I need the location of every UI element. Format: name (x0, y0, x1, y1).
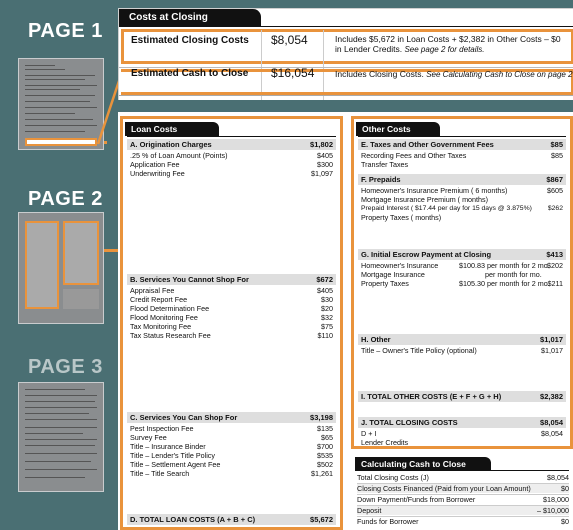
estimated-closing-costs-description: Includes $5,672 in Loan Costs + $2,382 i… (335, 34, 561, 54)
list-item: Pest Inspection Fee $135 (130, 424, 333, 433)
list-item: Lender Credits (361, 438, 409, 447)
calculating-cash-tab: Calculating Cash to Close (355, 457, 491, 471)
estimated-cash-to-close-label: Estimated Cash to Close (131, 68, 249, 79)
page-2-label: PAGE 2 (28, 188, 103, 210)
connector-page2 (104, 249, 118, 252)
section-f-header: F. Prepaids $867 (358, 174, 566, 185)
list-item: Property Taxes $105.30 per month for 2 m… (361, 279, 563, 288)
costs-at-closing-tab: Costs at Closing (119, 9, 261, 26)
page-1-thumbnail[interactable] (18, 58, 104, 150)
estimated-cash-to-close-amount: $16,054 (271, 66, 315, 80)
list-item: Closing Costs Financed (Paid from your L… (357, 484, 569, 494)
page-3-thumbnail[interactable] (18, 382, 104, 492)
list-item: Title – Insurance Binder $700 (130, 442, 333, 451)
list-item: Transfer Taxes (361, 160, 409, 169)
section-e-header: E. Taxes and Other Government Fees $85 (358, 139, 566, 150)
section-c-header: C. Services You Can Shop For $3,198 (127, 412, 336, 423)
section-j-total: J. TOTAL CLOSING COSTS $8,054 (358, 417, 566, 428)
list-item: Mortgage Insurance per month for mo. (361, 270, 542, 279)
estimated-closing-costs-label: Estimated Closing Costs (131, 35, 249, 46)
list-item: Appraisal Fee $405 (130, 286, 333, 295)
page-2-thumbnail[interactable] (18, 212, 104, 324)
page-1-label: PAGE 1 (28, 20, 103, 42)
other-costs-tab: Other Costs (356, 122, 440, 136)
section-g-header: G. Initial Escrow Payment at Closing $413 (358, 249, 566, 260)
list-item: .25 % of Loan Amount (Points) $405 (130, 151, 333, 160)
loan-costs-tab: Loan Costs (125, 122, 219, 136)
list-item: Underwriting Fee $1,097 (130, 169, 333, 178)
list-item: Property Taxes ( months) (361, 213, 442, 222)
list-item: Recording Fees and Other Taxes $85 (361, 151, 563, 160)
list-item: Deposit – $10,000 (357, 506, 569, 516)
list-item: Flood Determination Fee $20 (130, 304, 333, 313)
list-item: Survey Fee $65 (130, 433, 333, 442)
other-costs-panel: Other Costs E. Taxes and Other Governmen… (351, 116, 573, 449)
list-item: Title – Owner's Title Policy (optional) $… (361, 346, 563, 355)
loan-costs-panel: Loan Costs A. Origination Charges $1,802 … (120, 116, 343, 530)
section-d-total: D. TOTAL LOAN COSTS (A + B + C) $5,672 (127, 514, 336, 525)
list-item: Prepaid Interest ( $17.44 per day for 15… (361, 205, 563, 212)
list-item: Tax Monitoring Fee $75 (130, 322, 333, 331)
page-3-label: PAGE 3 (28, 356, 103, 378)
list-item: Homeowner's Insurance Premium ( 6 months… (361, 186, 563, 195)
list-item: Credit Report Fee $30 (130, 295, 333, 304)
estimated-cash-to-close-description: Includes Closing Costs. See Calculating … (335, 69, 573, 79)
list-item: Title – Lender's Title Policy $535 (130, 451, 333, 460)
costs-at-closing-section: Costs at Closing Estimated Closing Costs… (118, 8, 573, 100)
list-item: Application Fee $300 (130, 160, 333, 169)
list-item: Homeowner's Insurance $100.83 per month … (361, 261, 563, 270)
list-item: Total Closing Costs (J) $8,054 (357, 473, 569, 482)
estimated-closing-costs-amount: $8,054 (271, 33, 308, 47)
section-h-header: H. Other $1,017 (358, 334, 566, 345)
calculating-cash-panel: Calculating Cash to Close Total Closing … (353, 455, 573, 530)
list-item: Mortgage Insurance Premium ( months) (361, 195, 489, 204)
list-item: D + I $8,054 (361, 429, 563, 438)
list-item: Title – Settlement Agent Fee $502 (130, 460, 333, 469)
section-i-total: I. TOTAL OTHER COSTS (E + F + G + H) $2,3… (358, 391, 566, 402)
list-item: Title – Title Search $1,261 (130, 469, 333, 478)
section-b-header: B. Services You Cannot Shop For $672 (127, 274, 336, 285)
list-item: Flood Monitoring Fee $32 (130, 313, 333, 322)
list-item: Funds for Borrower $0 (357, 517, 569, 526)
list-item: Tax Status Research Fee $110 (130, 331, 333, 340)
section-a-header: A. Origination Charges $1,802 (127, 139, 336, 150)
list-item: Down Payment/Funds from Borrower $18,000 (357, 495, 569, 504)
